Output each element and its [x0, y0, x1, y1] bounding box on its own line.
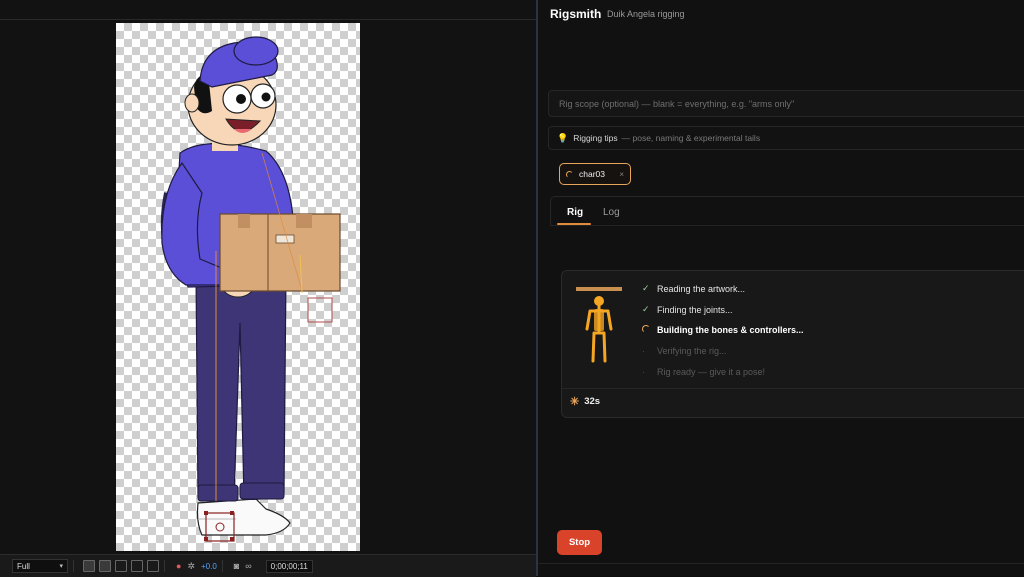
chip-label: char03	[579, 169, 605, 179]
tab-divider	[550, 225, 1024, 226]
step-reading-artwork: ✓ Reading the artwork...	[642, 283, 745, 294]
check-icon: ✓	[642, 304, 650, 314]
rig-scope-input[interactable]	[548, 90, 1024, 117]
current-time-display[interactable]: 0;00;00;11	[265, 559, 313, 573]
loading-spinner-icon	[566, 170, 573, 178]
tips-title: Rigging tips	[573, 133, 618, 143]
panel-subtitle: Duik Angela rigging	[607, 9, 685, 19]
exposure-value[interactable]: +0.0	[201, 562, 217, 571]
rig-progress-card: ✓ Reading the artwork... ✓ Finding the j…	[561, 270, 1024, 418]
rigging-tips-toggle[interactable]: 💡 Rigging tips — pose, naming & experime…	[548, 126, 1024, 150]
sparkle-icon: ✳	[570, 396, 580, 408]
step-verifying-rig: · Verifying the rig...	[642, 346, 727, 356]
viewer-toolbar: Full ▾ ● ✲ +0.0 ◙ ∞ 0;00;00;11	[0, 554, 536, 577]
character-chip[interactable]: char03 ×	[559, 163, 631, 185]
card-divider	[562, 388, 1024, 389]
tab-bar: Rig Log	[550, 196, 1024, 226]
tab-log[interactable]: Log	[603, 207, 620, 218]
camera-icon[interactable]: ◙	[234, 560, 239, 572]
skeleton-figure-icon	[576, 287, 622, 363]
toolbar-separator	[73, 560, 74, 572]
step-building-bones: Building the bones & controllers...	[642, 325, 804, 335]
toolbar-separator	[164, 560, 165, 572]
panel-title: Rigsmith	[550, 7, 602, 21]
lightbulb-icon: 💡	[557, 132, 569, 143]
step-label: Finding the joints...	[657, 304, 733, 315]
step-label: Rig ready — give it a pose!	[657, 367, 766, 377]
tab-rig[interactable]: Rig	[567, 207, 583, 218]
resolution-value: Full	[17, 561, 30, 571]
composition-viewer: Full ▾ ● ✲ +0.0 ◙ ∞ 0;00;00;11	[0, 0, 536, 577]
close-icon[interactable]: ×	[619, 170, 624, 179]
step-label: Reading the artwork...	[657, 283, 746, 294]
elapsed-time: 32s	[584, 396, 601, 407]
check-icon: ✓	[642, 283, 650, 293]
guides-icon[interactable]	[131, 560, 143, 572]
step-finding-joints: ✓ Finding the joints...	[642, 304, 733, 315]
viewer-header-divider	[0, 19, 536, 20]
transparency-canvas[interactable]	[116, 23, 360, 551]
rigsmith-panel: Rigsmith Duik Angela rigging 💡 Rigging t…	[538, 0, 1024, 576]
pending-dot-icon: ·	[642, 367, 645, 377]
settings-icon[interactable]: ✲	[187, 560, 195, 572]
color-channels-icon[interactable]: ●	[176, 560, 181, 572]
spinner-icon	[642, 325, 654, 335]
snapshot-region-icon[interactable]	[147, 560, 159, 572]
step-rig-ready: · Rig ready — give it a pose!	[642, 367, 765, 377]
toolbar-separator	[221, 560, 223, 572]
mask-visibility-icon[interactable]	[115, 560, 127, 572]
character-artwork	[160, 36, 341, 542]
step-label: Building the bones & controllers...	[657, 325, 804, 335]
link-icon[interactable]: ∞	[245, 560, 251, 572]
pending-dot-icon: ·	[642, 346, 645, 356]
step-label: Verifying the rig...	[657, 346, 727, 356]
stop-button[interactable]: Stop	[557, 530, 602, 555]
panel-footer-divider	[538, 563, 1024, 564]
region-of-interest-icon[interactable]	[83, 560, 95, 572]
elapsed-timer: ✳ 32s	[570, 395, 600, 408]
transparency-grid-icon[interactable]	[99, 560, 111, 572]
resolution-select[interactable]: Full ▾	[12, 559, 68, 573]
chevron-down-icon: ▾	[59, 563, 63, 570]
tips-description: — pose, naming & experimental tails	[621, 133, 761, 143]
